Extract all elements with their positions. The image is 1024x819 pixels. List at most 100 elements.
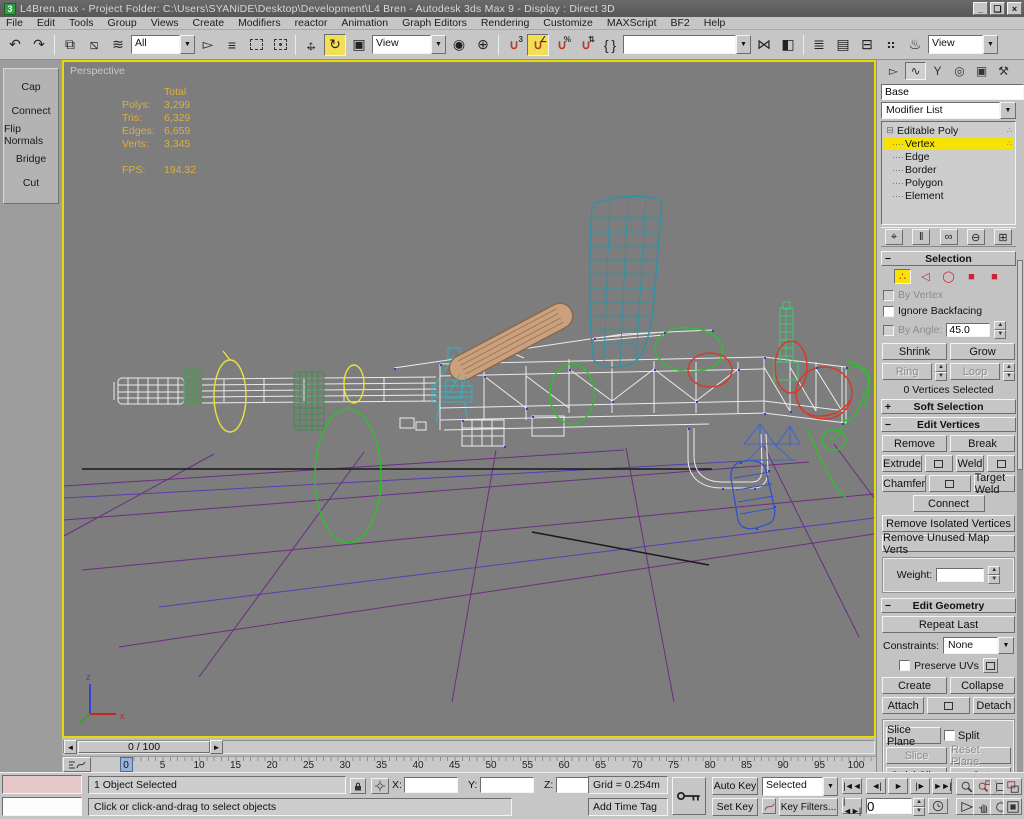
slice-plane-button[interactable]: Slice Plane bbox=[886, 727, 941, 744]
auto-key-button[interactable]: Auto Key bbox=[712, 777, 758, 795]
snaps-toggle-icon[interactable]: ∪3 bbox=[503, 34, 525, 56]
preserve-uvs-checkbox[interactable] bbox=[899, 660, 910, 671]
named-selection-dropdown[interactable]: ▼ bbox=[623, 35, 751, 54]
menu-tools[interactable]: Tools bbox=[69, 17, 94, 29]
by-angle-spinner[interactable]: ▲▼ bbox=[994, 321, 1006, 339]
mirror-icon[interactable]: ⋈ bbox=[753, 34, 775, 56]
ring-spinner[interactable]: ▲▼ bbox=[935, 363, 947, 381]
unlink-selection-icon[interactable]: ⧅ bbox=[83, 34, 105, 56]
flip-normals-button[interactable]: Flip Normals bbox=[4, 123, 58, 147]
ring-button[interactable]: Ring bbox=[882, 363, 932, 380]
edit-vertices-rollout-header[interactable]: − Edit Vertices bbox=[881, 417, 1016, 432]
frame-spinner[interactable]: ▲▼ bbox=[913, 798, 925, 814]
selection-filter-dropdown[interactable]: All▼ bbox=[131, 35, 195, 54]
remove-button[interactable]: Remove bbox=[882, 435, 947, 452]
go-to-end-button[interactable]: ►►| bbox=[932, 778, 952, 794]
menu-maxscript[interactable]: MAXScript bbox=[607, 17, 657, 29]
tree-toggle-icon[interactable]: ⊟ bbox=[883, 125, 897, 136]
absolute-mode-toggle[interactable] bbox=[371, 778, 389, 794]
stack-item-polygon[interactable]: ····Polygon bbox=[883, 176, 1014, 189]
zoom-extents-all-icon[interactable] bbox=[1003, 778, 1022, 795]
make-unique-icon[interactable]: ∞ bbox=[940, 229, 958, 245]
chevron-down-icon[interactable]: ▼ bbox=[1000, 102, 1016, 119]
restore-button[interactable]: ❏ bbox=[990, 2, 1005, 15]
create-button[interactable]: Create bbox=[882, 677, 947, 694]
modify-tab-icon[interactable]: ∿ bbox=[905, 62, 926, 80]
extrude-settings-button[interactable] bbox=[925, 455, 953, 472]
remove-modifier-icon[interactable]: ⊖ bbox=[967, 229, 985, 245]
ignore-backfacing-checkbox[interactable] bbox=[883, 306, 894, 317]
polygon-subobject-icon[interactable]: ■ bbox=[963, 269, 980, 284]
attach-settings-button[interactable] bbox=[927, 697, 969, 714]
element-subobject-icon[interactable]: ■ bbox=[986, 269, 1003, 284]
stack-item-vertex[interactable]: ····Vertex∴ bbox=[883, 137, 1014, 150]
menu-file[interactable]: File bbox=[6, 17, 23, 29]
menu-customize[interactable]: Customize bbox=[543, 17, 593, 29]
chevron-down-icon[interactable]: ▼ bbox=[736, 35, 751, 54]
time-slider-next-button[interactable]: ► bbox=[210, 740, 223, 754]
window-crossing-icon[interactable] bbox=[269, 34, 291, 56]
time-slider-track[interactable]: ◄ 0 / 100 ► bbox=[63, 740, 875, 754]
configure-modifier-sets-icon[interactable]: ⊞ bbox=[994, 229, 1012, 245]
menu-edit[interactable]: Edit bbox=[37, 17, 55, 29]
edit-geometry-rollout-header[interactable]: − Edit Geometry bbox=[881, 598, 1016, 613]
title-bar[interactable]: 3 L4Bren.max - Project Folder: C:\Users\… bbox=[0, 0, 1024, 17]
chamfer-settings-button[interactable] bbox=[929, 475, 970, 492]
layer-manager-icon[interactable]: ≣ bbox=[808, 34, 830, 56]
utilities-tab-icon[interactable]: ⚒ bbox=[993, 62, 1014, 80]
add-time-tag[interactable]: Add Time Tag bbox=[588, 798, 668, 816]
reference-coordinate-dropdown[interactable]: View▼ bbox=[372, 35, 446, 54]
chamfer-button[interactable]: Chamfer bbox=[882, 475, 926, 492]
weld-button[interactable]: Weld bbox=[956, 455, 984, 472]
loop-button[interactable]: Loop bbox=[950, 363, 1000, 380]
motion-tab-icon[interactable]: ◎ bbox=[949, 62, 970, 80]
connect-button[interactable]: Connect bbox=[4, 99, 58, 123]
default-in-out-tangent-icon[interactable] bbox=[762, 798, 776, 814]
loop-spinner[interactable]: ▲▼ bbox=[1003, 363, 1015, 381]
previous-frame-button[interactable]: ◄| bbox=[866, 778, 886, 794]
frame-ruler[interactable]: 0 05101520253035404550556065707580859095… bbox=[92, 757, 876, 773]
align-icon[interactable]: ◧ bbox=[777, 34, 799, 56]
weight-field[interactable] bbox=[936, 568, 984, 582]
set-key-button[interactable]: Set Key bbox=[712, 798, 758, 816]
display-tab-icon[interactable]: ▣ bbox=[971, 62, 992, 80]
select-and-rotate-icon[interactable]: ↻ bbox=[324, 34, 346, 56]
vertex-subobject-icon[interactable]: ∴ bbox=[894, 269, 911, 284]
select-and-move-icon[interactable]: ↔↕ bbox=[300, 34, 322, 56]
go-to-start-button[interactable]: |◄◄ bbox=[842, 778, 862, 794]
viewport-label[interactable]: Perspective bbox=[70, 65, 125, 77]
named-selection-sets-icon[interactable]: { } bbox=[599, 34, 621, 56]
create-tab-icon[interactable]: ▻ bbox=[883, 62, 904, 80]
angle-snap-toggle-icon[interactable]: ∪∠ bbox=[527, 34, 549, 56]
remove-isolated-vertices-button[interactable]: Remove Isolated Vertices bbox=[882, 515, 1015, 532]
chevron-down-icon[interactable]: ▼ bbox=[983, 35, 998, 54]
show-end-result-icon[interactable]: ‖ bbox=[912, 229, 930, 245]
maxscript-listener-line[interactable] bbox=[2, 797, 82, 816]
minimize-button[interactable]: _ bbox=[973, 2, 988, 15]
current-frame-field[interactable] bbox=[866, 798, 912, 814]
border-subobject-icon[interactable]: ◯ bbox=[940, 269, 957, 284]
soft-selection-rollout-header[interactable]: + Soft Selection bbox=[881, 399, 1016, 414]
render-setup-icon[interactable]: ♨ bbox=[904, 34, 926, 56]
connect-button[interactable]: Connect bbox=[913, 495, 985, 512]
stack-item-editable-poly[interactable]: ⊟Editable Poly∴ bbox=[883, 124, 1014, 137]
grow-button[interactable]: Grow bbox=[950, 343, 1015, 360]
percent-snap-toggle-icon[interactable]: ∪% bbox=[551, 34, 573, 56]
mini-curve-editor-button[interactable] bbox=[63, 757, 91, 772]
select-object-icon[interactable]: ▻ bbox=[197, 34, 219, 56]
menu-views[interactable]: Views bbox=[151, 17, 179, 29]
target-weld-button[interactable]: Target Weld bbox=[974, 475, 1015, 492]
weight-spinner[interactable]: ▲▼ bbox=[988, 566, 1000, 584]
menu-animation[interactable]: Animation bbox=[341, 17, 388, 29]
maxscript-listener-macro[interactable] bbox=[2, 775, 82, 794]
use-pivot-point-center-icon[interactable]: ◉ bbox=[448, 34, 470, 56]
material-editor-icon[interactable]: ⠶ bbox=[880, 34, 902, 56]
play-button[interactable]: ► bbox=[888, 778, 908, 794]
menu-create[interactable]: Create bbox=[193, 17, 225, 29]
undo-icon[interactable]: ↶ bbox=[4, 34, 26, 56]
remove-unused-map-verts-button[interactable]: Remove Unused Map Verts bbox=[882, 535, 1015, 552]
preserve-uvs-settings-button[interactable] bbox=[983, 658, 998, 673]
by-angle-checkbox[interactable] bbox=[883, 325, 894, 336]
menu-modifiers[interactable]: Modifiers bbox=[238, 17, 281, 29]
constraints-dropdown[interactable]: None ▼ bbox=[943, 637, 1014, 654]
